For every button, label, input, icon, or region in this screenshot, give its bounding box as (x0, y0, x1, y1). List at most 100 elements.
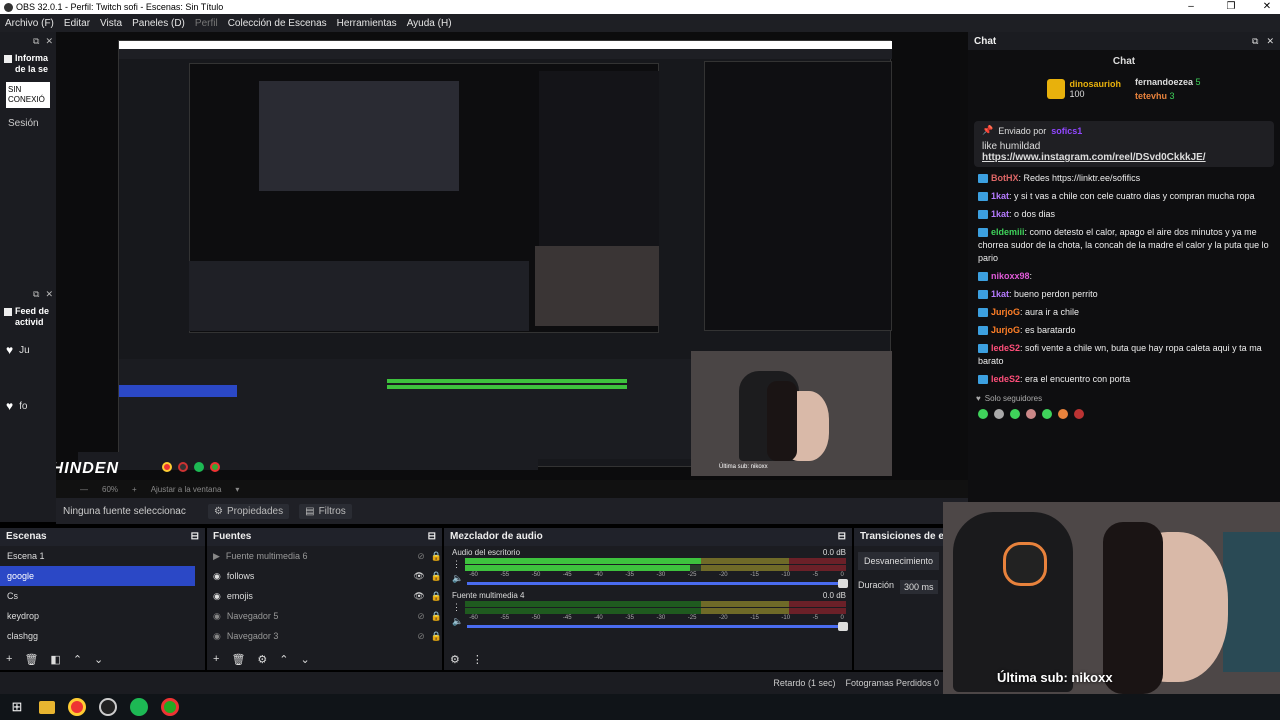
lock-icon[interactable]: 🔒 (431, 571, 442, 582)
emote-icon[interactable] (1058, 409, 1068, 419)
source-item[interactable]: ▶ Fuente multimedia 6 ⊘ 🔒 (207, 546, 442, 566)
scene-item[interactable]: keydrop (0, 606, 205, 626)
obs-icon (178, 462, 188, 472)
close-icon[interactable]: ✕ (45, 36, 53, 47)
window-title: OBS 32.0.1 - Perfil: Twitch sofi - Escen… (16, 2, 224, 12)
emote-icon[interactable] (994, 409, 1004, 419)
chat-username[interactable]: 1kat (991, 209, 1009, 219)
float-icon[interactable]: ⧉ (33, 289, 39, 300)
menu-editar[interactable]: Editar (64, 18, 90, 29)
zoom-in-button[interactable]: + (132, 485, 137, 494)
float-icon[interactable]: ⧉ (1252, 36, 1258, 47)
close-icon[interactable]: ✕ (1254, 0, 1280, 14)
file-explorer-icon[interactable] (39, 700, 55, 714)
lock-icon[interactable]: 🔒 (431, 551, 442, 562)
scene-item[interactable]: Cs (0, 586, 205, 606)
menu-dots-icon[interactable]: ⋮ (452, 559, 461, 570)
menu-archivo[interactable]: Archivo (F) (5, 18, 54, 29)
move-down-button[interactable]: ⌄ (301, 653, 310, 666)
eye-hidden-icon[interactable]: ⊘ (417, 611, 425, 622)
obs-icon[interactable] (99, 698, 117, 716)
chat-message: JurjoG: aura ir a chile (968, 305, 1280, 323)
move-up-button[interactable]: ⌃ (73, 653, 82, 666)
eye-hidden-icon[interactable]: ⊘ (417, 631, 425, 642)
emote-icon[interactable] (978, 409, 988, 419)
chat-username[interactable]: JurjoG (991, 307, 1020, 317)
chrome-icon[interactable] (161, 698, 179, 716)
add-source-button[interactable]: + (213, 653, 219, 665)
scene-filters-button[interactable]: ◧ (50, 653, 60, 666)
lock-icon[interactable]: 🔒 (431, 591, 442, 602)
source-settings-button[interactable]: ⚙ (257, 653, 267, 666)
emote-icon[interactable] (1010, 409, 1020, 419)
lock-icon[interactable]: 🔒 (431, 611, 442, 622)
chat-username[interactable]: 1kat (991, 289, 1009, 299)
menu-paneles[interactable]: Paneles (D) (132, 18, 185, 29)
source-item[interactable]: ◉ follows 👁 🔒 (207, 566, 442, 586)
dock-menu-icon[interactable]: ⊟ (191, 528, 199, 546)
eye-hidden-icon[interactable]: ⊘ (417, 551, 425, 562)
chrome-icon[interactable] (68, 698, 86, 716)
menu-perfil[interactable]: Perfil (195, 18, 218, 29)
remove-source-button[interactable]: 🗑 (231, 653, 245, 666)
close-icon[interactable]: ✕ (1266, 36, 1274, 47)
move-down-button[interactable]: ⌄ (94, 653, 103, 666)
move-up-button[interactable]: ⌃ (279, 653, 288, 666)
properties-button[interactable]: ⚙ Propiedades (208, 503, 290, 519)
chevron-down-icon[interactable]: ▾ (235, 485, 239, 494)
dock-menu-icon[interactable]: ⊟ (428, 528, 436, 546)
transition-select[interactable]: Desvanecimiento (858, 552, 939, 570)
chat-username[interactable]: 1kat (991, 191, 1009, 201)
preview-canvas[interactable]: Última sub: nikoxx SHINDEN (56, 32, 968, 480)
meter-tick: -40 (594, 615, 603, 621)
mixer-menu-button[interactable]: ⋮ (472, 653, 483, 666)
source-item[interactable]: ◉ emojis 👁 🔒 (207, 586, 442, 606)
float-icon[interactable]: ⧉ (33, 36, 39, 47)
speaker-icon[interactable]: 🔈 (452, 573, 463, 584)
lock-icon[interactable]: 🔒 (431, 631, 442, 642)
windows-start-icon[interactable]: ⊞ (8, 698, 26, 716)
dock-menu-icon[interactable]: ⊟ (838, 528, 846, 546)
volume-slider[interactable] (467, 579, 848, 588)
menu-dots-icon[interactable]: ⋮ (452, 602, 461, 613)
close-icon[interactable]: ✕ (45, 289, 53, 300)
zoom-out-button[interactable]: — (80, 485, 88, 494)
emote-icon[interactable] (1074, 409, 1084, 419)
chat-username[interactable]: nikoxx98 (991, 271, 1030, 281)
emote-icon[interactable] (1026, 409, 1036, 419)
remove-scene-button[interactable]: 🗑 (24, 653, 38, 666)
filters-button[interactable]: ▤ Filtros (299, 503, 352, 519)
source-item[interactable]: ◉ Navegador 5 ⊘ 🔒 (207, 606, 442, 626)
mixer-settings-button[interactable]: ⚙ (450, 653, 460, 666)
speaker-icon[interactable]: 🔈 (452, 616, 463, 627)
duration-input[interactable]: 300 ms (900, 580, 938, 594)
dropped-frames: Fotogramas Perdidos 0 (845, 678, 939, 688)
scene-item[interactable]: clashgg (0, 626, 205, 646)
menu-vista[interactable]: Vista (100, 18, 122, 29)
webcam-overlay: Última sub: nikoxx Última sub: nikoxx (943, 502, 1280, 694)
chat-username[interactable]: ledeS2 (991, 343, 1020, 353)
chat-username[interactable]: ledeS2 (991, 374, 1020, 384)
fit-label[interactable]: Ajustar a la ventana (151, 485, 222, 494)
chat-username[interactable]: eldemiii (991, 227, 1025, 237)
menu-ayuda[interactable]: Ayuda (H) (407, 18, 452, 29)
chat-username[interactable]: BotHX (991, 173, 1019, 183)
scene-item-selected[interactable]: google (0, 566, 195, 586)
add-scene-button[interactable]: + (6, 653, 12, 665)
chat-message: eldemiii: como detesto el calor, apago e… (978, 227, 1269, 263)
maximize-icon[interactable]: ❐ (1218, 0, 1244, 14)
meter-ticks: -60 -55 -50 -45 -40 -35 -30 -25 -20 -15 -10 -5 0 (467, 615, 846, 621)
minimize-icon[interactable]: – (1178, 0, 1204, 14)
eye-icon[interactable]: 👁 (413, 571, 424, 582)
source-item[interactable]: ◉ Navegador 3 ⊘ 🔒 (207, 626, 442, 646)
scene-item[interactable]: Escena 1 (0, 546, 205, 566)
menu-herramientas[interactable]: Herramientas (337, 18, 397, 29)
emote-icon[interactable] (1042, 409, 1052, 419)
browser-icon: ◉ (213, 610, 221, 621)
pinned-link[interactable]: https://www.instagram.com/reel/DSvd0Ckkk… (982, 152, 1266, 163)
spotify-icon[interactable] (130, 698, 148, 716)
menu-coleccion[interactable]: Colección de Escenas (228, 18, 327, 29)
volume-slider[interactable] (467, 622, 848, 631)
chat-username[interactable]: JurjoG (991, 325, 1020, 335)
eye-icon[interactable]: 👁 (413, 591, 424, 602)
